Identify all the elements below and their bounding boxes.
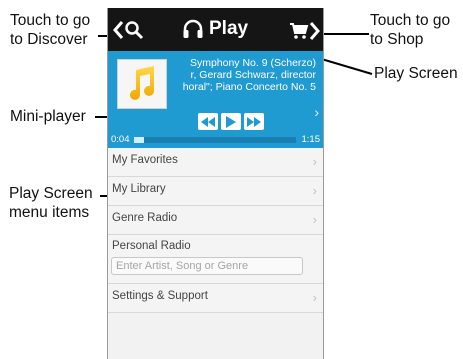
callout-discover-line1: Touch to go <box>10 12 91 29</box>
track-info: Symphony No. 9 (Scherzo) r, Gerard Schwa… <box>168 57 316 93</box>
discover-button[interactable] <box>112 18 144 42</box>
chevron-right-icon[interactable]: › <box>314 104 319 120</box>
callout-shop-line1: Touch to go <box>370 12 451 29</box>
top-bar: Play <box>108 8 323 51</box>
menu-item-my-favorites[interactable]: My Favorites › <box>108 148 323 177</box>
callout-mini-player-label: Mini-player <box>10 108 86 125</box>
menu-item-my-library[interactable]: My Library › <box>108 177 323 206</box>
menu-item-label: Settings & Support <box>112 290 208 302</box>
back-chevron-icon <box>113 21 124 39</box>
chevron-right-icon: › <box>312 212 317 227</box>
track-artist: r, Gerard Schwarz, director <box>190 69 316 81</box>
personal-radio-label: Personal Radio <box>112 240 191 252</box>
headphones-icon <box>183 19 203 38</box>
callout-shop-line2: to Shop <box>370 31 424 48</box>
shopping-cart-icon <box>290 23 309 39</box>
callout-mini-player: Mini-player <box>10 107 86 126</box>
fast-forward-icon <box>247 116 261 127</box>
play-button[interactable] <box>221 113 241 130</box>
callout-menu-items-line2: menu items <box>9 204 90 221</box>
mini-player[interactable]: Symphony No. 9 (Scherzo) r, Gerard Schwa… <box>108 51 323 148</box>
rewind-button[interactable] <box>198 113 218 130</box>
play-screen-menu: My Favorites › My Library › Genre Radio … <box>108 148 323 313</box>
album-art[interactable] <box>117 59 167 109</box>
personal-radio-section: Personal Radio <box>108 235 323 284</box>
callout-discover: Touch to go to Discover <box>10 11 90 49</box>
chevron-right-icon: › <box>312 154 317 169</box>
callout-play-screen: Play Screen <box>374 64 458 83</box>
menu-item-settings-support[interactable]: Settings & Support › <box>108 284 323 313</box>
time-total: 1:15 <box>301 134 321 145</box>
play-title: Play <box>209 18 249 39</box>
personal-radio-search-input[interactable] <box>111 257 303 275</box>
play-icon <box>226 115 236 128</box>
menu-item-label: Genre Radio <box>112 212 178 224</box>
callout-menu-items: Play Screen menu items <box>9 184 93 222</box>
play-tab[interactable]: Play <box>182 16 248 42</box>
search-icon <box>125 21 144 40</box>
forward-chevron-icon <box>309 22 320 40</box>
fast-forward-button[interactable] <box>244 113 264 130</box>
shop-button[interactable] <box>289 20 321 42</box>
menu-item-label: My Favorites <box>112 154 178 166</box>
phone-screen: Play Symphony No. 9 (Scherzo) r, Gerard … <box>107 8 324 359</box>
track-album: horal"; Piano Concerto No. 5 <box>182 81 316 93</box>
playback-controls <box>198 113 264 130</box>
music-note-icon <box>130 66 154 100</box>
track-title: Symphony No. 9 (Scherzo) <box>189 57 316 69</box>
menu-item-label: My Library <box>112 183 166 195</box>
callout-shop: Touch to go to Shop <box>370 11 450 49</box>
chevron-right-icon: › <box>312 290 317 305</box>
callout-menu-items-line1: Play Screen <box>9 185 93 202</box>
progress-bar[interactable] <box>134 137 296 143</box>
progress-fill <box>134 137 144 143</box>
callout-discover-line2: to Discover <box>10 31 88 48</box>
chevron-right-icon: › <box>312 183 317 198</box>
time-elapsed: 0:04 <box>111 134 130 145</box>
menu-item-genre-radio[interactable]: Genre Radio › <box>108 206 323 235</box>
rewind-icon <box>201 116 215 127</box>
callout-play-screen-label: Play Screen <box>374 65 458 82</box>
